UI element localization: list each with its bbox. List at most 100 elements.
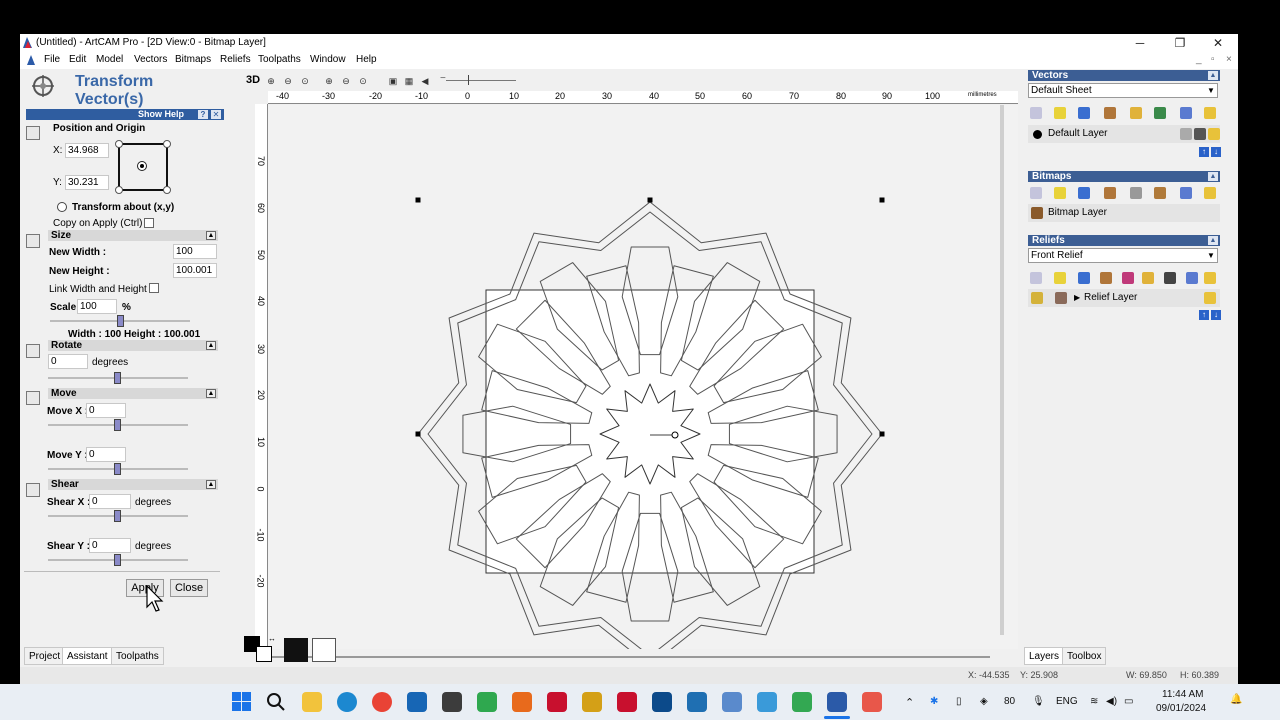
edit-layer-icon[interactable] bbox=[1194, 128, 1206, 140]
tab-layers[interactable]: Layers bbox=[1024, 647, 1065, 665]
relief-select[interactable]: Front Relief ▼ bbox=[1028, 248, 1218, 263]
layer-properties-icon[interactable] bbox=[1130, 107, 1142, 119]
bitmaps-header[interactable]: Bitmaps ▲ bbox=[1028, 171, 1220, 182]
close-icon[interactable]: ✕ bbox=[211, 110, 221, 119]
collapse-icon[interactable]: ▲ bbox=[206, 389, 216, 398]
scale-input[interactable]: 100 bbox=[77, 299, 117, 314]
matlab-icon[interactable] bbox=[512, 692, 532, 712]
rotate-slider-thumb[interactable] bbox=[114, 372, 121, 384]
mdi-restore-button[interactable]: ▫ bbox=[1211, 54, 1215, 65]
rotation-center-marker[interactable] bbox=[671, 431, 679, 439]
collapse-icon[interactable]: ▲ bbox=[1208, 172, 1218, 181]
clock-time[interactable]: 11:44 AM bbox=[1162, 689, 1204, 700]
reliefs-header[interactable]: Reliefs ▲ bbox=[1028, 235, 1220, 246]
background-color-swatch[interactable] bbox=[256, 646, 272, 662]
search-icon[interactable] bbox=[266, 692, 286, 712]
zoom-out-icon[interactable]: ⊖ bbox=[281, 74, 295, 88]
delete-relief-icon[interactable] bbox=[1186, 272, 1198, 284]
save-bitmap-icon[interactable] bbox=[1078, 187, 1090, 199]
open-relief-icon[interactable] bbox=[1054, 272, 1066, 284]
volume-icon[interactable]: ◀) bbox=[1106, 696, 1117, 707]
collapse-icon[interactable]: ▲ bbox=[206, 480, 216, 489]
new-width-input[interactable]: 100 bbox=[173, 244, 217, 259]
tab-toolpaths[interactable]: Toolpaths bbox=[111, 647, 164, 665]
paste-bitmap-icon[interactable] bbox=[1104, 187, 1116, 199]
relief-layer-row[interactable]: ▶ Relief Layer bbox=[1028, 289, 1220, 307]
collapse-icon[interactable]: ▲ bbox=[206, 341, 216, 350]
save-layer-icon[interactable] bbox=[1078, 107, 1090, 119]
store-icon[interactable] bbox=[407, 692, 427, 712]
mdi-close-button[interactable]: × bbox=[1226, 54, 1232, 65]
usb-icon[interactable]: ▯ bbox=[956, 696, 962, 707]
size-section-header[interactable]: Size ▲ bbox=[48, 230, 218, 241]
inventor-icon[interactable] bbox=[582, 692, 602, 712]
shear-x-input[interactable]: 0 bbox=[89, 494, 131, 509]
chevron-up-icon[interactable]: ⌃ bbox=[905, 696, 914, 709]
vectors-header[interactable]: Vectors ▲ bbox=[1028, 70, 1220, 81]
camtasia-icon[interactable] bbox=[477, 692, 497, 712]
move-y-slider-thumb[interactable] bbox=[114, 463, 121, 475]
edge-icon[interactable] bbox=[337, 692, 357, 712]
bitmap-properties-icon[interactable] bbox=[1130, 187, 1142, 199]
pan-icon[interactable]: ◀ bbox=[418, 74, 432, 88]
lock-icon[interactable] bbox=[1180, 128, 1192, 140]
origin-selector[interactable] bbox=[115, 140, 171, 194]
save-relief-icon[interactable] bbox=[1078, 272, 1090, 284]
windows-start-icon[interactable] bbox=[232, 692, 251, 711]
move-x-input[interactable]: 0 bbox=[86, 403, 126, 418]
app-icon[interactable] bbox=[687, 692, 707, 712]
relief-options-icon[interactable] bbox=[1204, 272, 1216, 284]
bitmap-tool-icon[interactable] bbox=[1154, 187, 1166, 199]
bitmap-layer-row[interactable]: Bitmap Layer bbox=[1028, 204, 1220, 222]
collapse-icon[interactable]: ▲ bbox=[1208, 71, 1218, 80]
origin-y-input[interactable]: 30.231 bbox=[65, 175, 109, 190]
delete-bitmap-icon[interactable] bbox=[1180, 187, 1192, 199]
snipping-tool-icon[interactable] bbox=[757, 692, 777, 712]
menu-help[interactable]: Help bbox=[356, 54, 377, 65]
zoom-all-icon[interactable]: ⊙ bbox=[356, 74, 370, 88]
grid-icon[interactable]: ▦ bbox=[402, 74, 416, 88]
close-window-button[interactable]: ✕ bbox=[1204, 35, 1232, 51]
new-relief-icon[interactable] bbox=[1030, 272, 1042, 284]
expand-arrow-icon[interactable]: ▶ bbox=[1074, 289, 1080, 307]
collapse-icon[interactable]: ▲ bbox=[206, 231, 216, 240]
open-bitmap-icon[interactable] bbox=[1054, 187, 1066, 199]
menu-reliefs[interactable]: Reliefs bbox=[220, 54, 251, 65]
shear-x-slider-thumb[interactable] bbox=[114, 510, 121, 522]
drawing-canvas[interactable] bbox=[268, 105, 1018, 670]
menu-toolpaths[interactable]: Toolpaths bbox=[258, 54, 301, 65]
menu-edit[interactable]: Edit bbox=[69, 54, 86, 65]
bitmap-options-icon[interactable] bbox=[1204, 187, 1216, 199]
view-slider-track[interactable] bbox=[446, 80, 516, 81]
origin-x-input[interactable]: 34.968 bbox=[65, 143, 109, 158]
primary-color-swatch[interactable] bbox=[284, 638, 308, 662]
delete-layer-icon[interactable] bbox=[1180, 107, 1192, 119]
security-icon[interactable]: ◈ bbox=[980, 696, 988, 707]
rotate-section-header[interactable]: Rotate ▲ bbox=[48, 340, 218, 351]
shear-y-input[interactable]: 0 bbox=[89, 538, 131, 553]
islamic-star-pattern[interactable] bbox=[268, 105, 1018, 670]
tab-assistant[interactable]: Assistant bbox=[62, 647, 113, 665]
layer-options-icon[interactable] bbox=[1204, 107, 1216, 119]
close-button[interactable]: Close bbox=[170, 579, 208, 597]
new-layer-icon[interactable] bbox=[1030, 107, 1042, 119]
menu-vectors[interactable]: Vectors bbox=[134, 54, 167, 65]
app-icon[interactable] bbox=[792, 692, 812, 712]
transform-about-radio[interactable] bbox=[57, 202, 67, 212]
vector-sheet-select[interactable]: Default Sheet ▼ bbox=[1028, 83, 1218, 98]
layer-color-icon[interactable] bbox=[1033, 130, 1042, 139]
minimize-button[interactable]: ─ bbox=[1126, 35, 1154, 51]
layer-combine-icon[interactable] bbox=[1154, 107, 1166, 119]
microphone-icon[interactable]: 🎙 bbox=[1032, 696, 1045, 707]
copy-on-apply-checkbox[interactable] bbox=[144, 218, 154, 228]
selection-handle[interactable] bbox=[647, 197, 653, 203]
tab-toolbox[interactable]: Toolbox bbox=[1062, 647, 1107, 665]
show-help-link[interactable]: Show Help bbox=[138, 109, 184, 120]
secondary-color-swatch[interactable] bbox=[312, 638, 336, 662]
new-height-input[interactable]: 100.001 bbox=[173, 263, 217, 278]
origin-point-bl[interactable] bbox=[115, 186, 123, 194]
menu-window[interactable]: Window bbox=[310, 54, 346, 65]
menu-bitmaps[interactable]: Bitmaps bbox=[175, 54, 211, 65]
paste-layer-icon[interactable] bbox=[1104, 107, 1116, 119]
zoom-previous-icon[interactable]: ⊖ bbox=[339, 74, 353, 88]
